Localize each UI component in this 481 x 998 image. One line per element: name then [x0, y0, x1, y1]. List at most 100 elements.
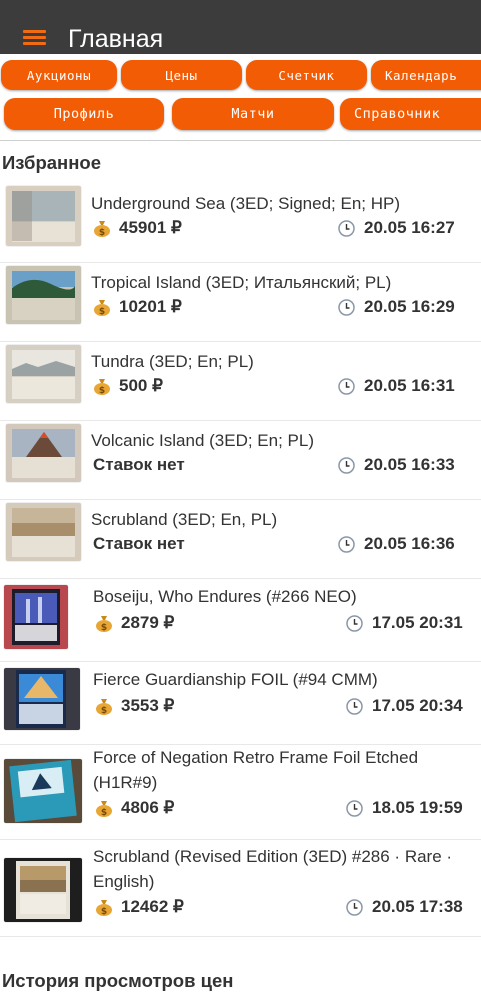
- svg-text:$: $: [101, 706, 107, 715]
- time-value: 20.05 16:31: [364, 376, 455, 395]
- money-bag-icon: $: [93, 219, 111, 238]
- money-bag-icon: $: [95, 799, 113, 818]
- time-value: 20.05 16:33: [364, 455, 455, 474]
- nav-row-1: Аукционы Цены Счетчик Календарь: [0, 60, 481, 94]
- price-value: 12462 ₽: [121, 897, 184, 916]
- nav-matches-button[interactable]: Матчи: [172, 98, 334, 130]
- time-value: 20.05 16:29: [364, 297, 455, 316]
- price-value: 4806 ₽: [121, 798, 175, 817]
- favorites-title: Избранное: [2, 152, 101, 173]
- history-title: История просмотров цен: [2, 970, 234, 991]
- list-item[interactable]: Volcanic Island (3ED; En; PL) Ставок нет…: [0, 421, 481, 500]
- card-thumbnail: [4, 585, 68, 649]
- item-name: Force of Negation Retro Frame Foil Etche…: [93, 748, 419, 792]
- money-bag-icon: $: [95, 614, 113, 633]
- item-name: Tropical Island (3ED; Итальянский; PL): [91, 273, 392, 292]
- item-time: 17.05 20:34: [346, 696, 463, 716]
- item-price: $ 3553 ₽: [95, 696, 174, 716]
- list-item[interactable]: Force of Negation Retro Frame Foil Etche…: [0, 745, 481, 840]
- card-thumbnail: [6, 186, 81, 246]
- svg-text:$: $: [99, 307, 105, 316]
- time-value: 17.05 20:34: [372, 696, 463, 715]
- item-price: Ставок нет: [93, 534, 185, 554]
- time-value: 20.05 16:27: [364, 218, 455, 237]
- list-item[interactable]: Fierce Guardianship FOIL (#94 CMM) $ 355…: [0, 662, 481, 745]
- clock-icon: [346, 799, 363, 817]
- app-bar: Главная: [0, 0, 481, 54]
- item-time: 20.05 16:29: [338, 297, 455, 317]
- money-bag-icon: $: [95, 697, 113, 716]
- svg-text:$: $: [99, 228, 105, 237]
- item-time: 17.05 20:31: [346, 613, 463, 633]
- item-price: $ 2879 ₽: [95, 613, 174, 633]
- time-value: 17.05 20:31: [372, 613, 463, 632]
- svg-text:$: $: [101, 808, 107, 817]
- card-thumbnail: [6, 424, 81, 482]
- money-bag-icon: $: [95, 898, 113, 917]
- price-value: 10201 ₽: [119, 297, 182, 316]
- nav-auctions-button[interactable]: Аукционы: [1, 60, 117, 90]
- clock-icon: [338, 377, 355, 395]
- svg-text:$: $: [99, 386, 105, 395]
- price-value: 2879 ₽: [121, 613, 175, 632]
- price-value: Ставок нет: [93, 455, 185, 474]
- time-value: 20.05 16:36: [364, 534, 455, 553]
- nav-row-2: Профиль Матчи Справочник: [0, 98, 481, 134]
- item-name: Volcanic Island (3ED; En; PL): [91, 431, 315, 450]
- item-name: Scrubland (Revised Edition (3ED) #286 · …: [93, 847, 453, 891]
- card-thumbnail: [6, 266, 81, 324]
- item-time: 18.05 19:59: [346, 798, 463, 818]
- list-item[interactable]: Tundra (3ED; En; PL) $ 500 ₽ 20.05 16:31: [0, 342, 481, 421]
- price-value: Ставок нет: [93, 534, 185, 553]
- item-time: 20.05 17:38: [346, 897, 463, 917]
- page-title: Главная: [68, 25, 164, 53]
- item-name: Fierce Guardianship FOIL (#94 CMM): [93, 670, 378, 689]
- clock-icon: [338, 535, 355, 553]
- hamburger-menu-icon[interactable]: [23, 30, 46, 46]
- item-name: Tundra (3ED; En; PL): [91, 352, 254, 371]
- list-item[interactable]: Boseiju, Who Endures (#266 NEO) $ 2879 ₽…: [0, 579, 481, 662]
- time-value: 20.05 17:38: [372, 897, 463, 916]
- nav-reference-button[interactable]: Справочник: [340, 98, 481, 130]
- item-price: $ 45901 ₽: [93, 218, 182, 238]
- list-item[interactable]: Underground Sea (3ED; Signed; En; HP) $ …: [0, 184, 481, 263]
- item-name: Underground Sea (3ED; Signed; En; HP): [91, 194, 401, 213]
- list-item[interactable]: Scrubland (Revised Edition (3ED) #286 · …: [0, 840, 481, 937]
- item-price: $ 500 ₽: [93, 376, 163, 396]
- time-value: 18.05 19:59: [372, 798, 463, 817]
- nav-calendar-button[interactable]: Календарь: [371, 60, 481, 90]
- clock-icon: [338, 456, 355, 474]
- divider: [0, 140, 481, 141]
- nav-profile-button[interactable]: Профиль: [4, 98, 164, 130]
- clock-icon: [346, 898, 363, 916]
- card-thumbnail: [4, 668, 80, 730]
- item-time: 20.05 16:36: [338, 534, 455, 554]
- item-price: $ 4806 ₽: [95, 798, 174, 818]
- card-thumbnail: [6, 345, 81, 403]
- price-value: 3553 ₽: [121, 696, 175, 715]
- clock-icon: [346, 697, 363, 715]
- price-value: 45901 ₽: [119, 218, 182, 237]
- item-time: 20.05 16:31: [338, 376, 455, 396]
- list-item[interactable]: Tropical Island (3ED; Итальянский; PL) $…: [0, 263, 481, 342]
- list-item[interactable]: Scrubland (3ED; En, PL) Ставок нет 20.05…: [0, 500, 481, 579]
- svg-text:$: $: [101, 907, 107, 916]
- item-price: $ 12462 ₽: [95, 897, 184, 917]
- card-thumbnail: [4, 858, 82, 922]
- item-name: Boseiju, Who Endures (#266 NEO): [93, 587, 357, 606]
- money-bag-icon: $: [93, 298, 111, 317]
- card-thumbnail: [4, 759, 82, 823]
- price-value: 500 ₽: [119, 376, 163, 395]
- nav-counter-button[interactable]: Счетчик: [246, 60, 367, 90]
- clock-icon: [338, 298, 355, 316]
- favorites-list: Underground Sea (3ED; Signed; En; HP) $ …: [0, 184, 481, 937]
- card-thumbnail: [6, 503, 81, 561]
- item-price: Ставок нет: [93, 455, 185, 475]
- money-bag-icon: $: [93, 377, 111, 396]
- item-name: Scrubland (3ED; En, PL): [91, 510, 278, 529]
- clock-icon: [346, 614, 363, 632]
- nav-prices-button[interactable]: Цены: [121, 60, 242, 90]
- item-time: 20.05 16:27: [338, 218, 455, 238]
- svg-text:$: $: [101, 623, 107, 632]
- item-time: 20.05 16:33: [338, 455, 455, 475]
